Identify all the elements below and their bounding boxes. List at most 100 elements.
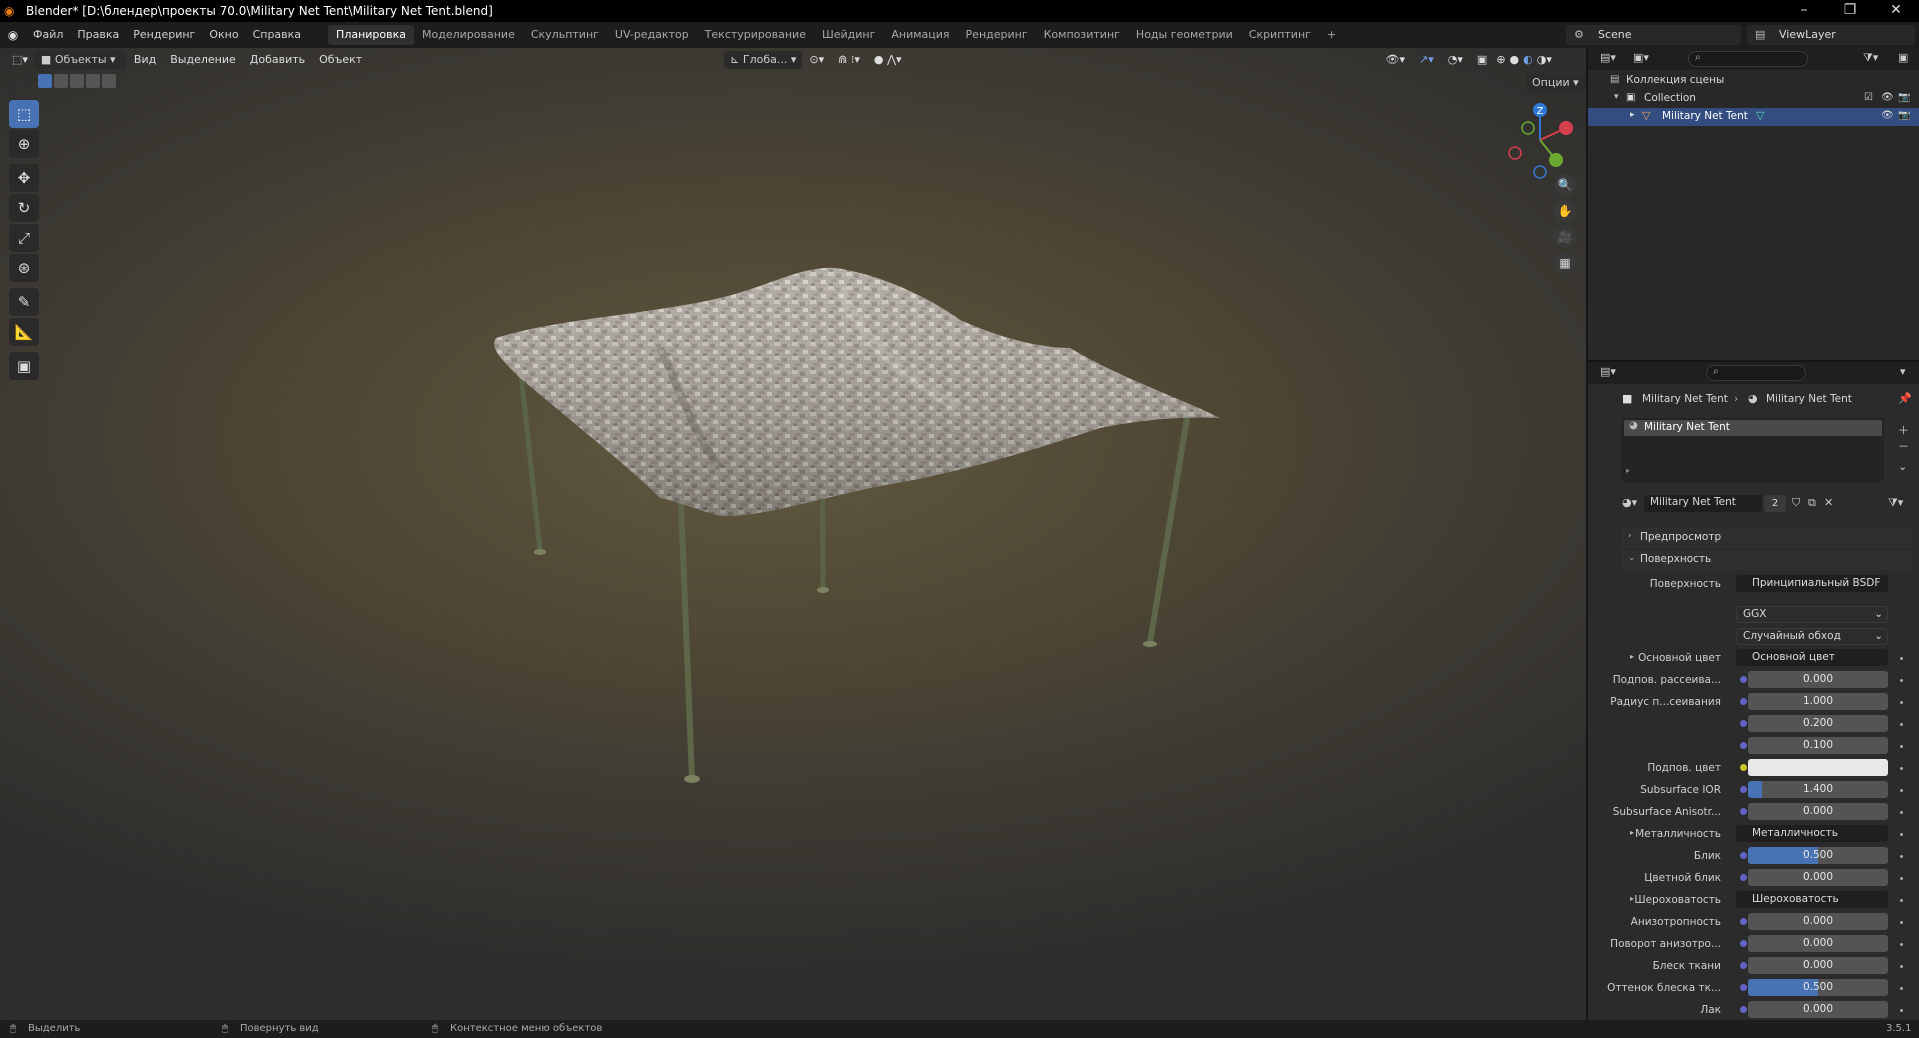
outliner-search-input[interactable]: ⌕	[1688, 51, 1808, 67]
menu-window[interactable]: Окно	[202, 22, 245, 48]
camera-icon[interactable]: 📷	[1898, 110, 1910, 121]
distribution-dropdown[interactable]: GGX ⌄	[1736, 606, 1888, 623]
link-mode-icon[interactable]: ⧩▾	[1888, 496, 1903, 510]
input-socket-icon[interactable]	[1740, 720, 1747, 727]
pan-hand-icon[interactable]: ✋	[1554, 200, 1576, 222]
linked-input-field[interactable]: Шероховатость	[1736, 891, 1888, 908]
numeric-field[interactable]: 0.000	[1748, 1001, 1888, 1018]
keyframe-dot-icon[interactable]	[1900, 1009, 1903, 1012]
keyframe-dot-icon[interactable]	[1900, 745, 1903, 748]
close-button[interactable]: ✕	[1873, 0, 1919, 22]
new-collection-icon[interactable]: ▣	[1898, 51, 1908, 64]
eye-icon[interactable]: 👁	[1881, 110, 1894, 121]
numeric-field[interactable]: 1.000	[1748, 693, 1888, 710]
keyframe-dot-icon[interactable]	[1900, 855, 1903, 858]
numeric-field[interactable]: 0.100	[1748, 737, 1888, 754]
linked-input-field[interactable]: Металличность	[1736, 825, 1888, 842]
fake-user-icon[interactable]: ⛉	[1792, 496, 1800, 510]
perspective-grid-icon[interactable]: ▦	[1554, 252, 1576, 274]
expand-arrow-icon[interactable]: ▸	[1630, 828, 1634, 837]
tab-scripting[interactable]: Скриптинг	[1241, 25, 1319, 45]
input-socket-icon[interactable]	[1740, 698, 1747, 705]
editor-type-icon[interactable]: ▤▾	[1600, 51, 1616, 64]
numeric-field[interactable]: 0.000	[1748, 671, 1888, 688]
menu-help[interactable]: Справка	[246, 22, 308, 48]
preview-section-header[interactable]: › Предпросмотр	[1622, 528, 1912, 548]
tab-compositing[interactable]: Композитинг	[1036, 25, 1128, 45]
input-socket-icon[interactable]	[1740, 786, 1747, 793]
input-socket-icon[interactable]	[1740, 808, 1747, 815]
pin-icon[interactable]: 📌	[1898, 392, 1912, 405]
minimize-button[interactable]: –	[1781, 0, 1827, 22]
material-browse-icon[interactable]: ◕▾	[1622, 496, 1637, 509]
keyframe-dot-icon[interactable]	[1900, 921, 1903, 924]
outliner-row-collection[interactable]: ▾ ▣ Collection ☑ 👁 📷	[1588, 90, 1919, 108]
material-name-field[interactable]: Military Net Tent	[1644, 495, 1762, 512]
numeric-field[interactable]: 0.000	[1748, 957, 1888, 974]
expand-arrow-icon[interactable]: ▸	[1630, 110, 1635, 120]
input-socket-icon[interactable]	[1740, 918, 1747, 925]
surface-section-header[interactable]: ⌄ Поверхность	[1622, 550, 1912, 570]
keyframe-dot-icon[interactable]	[1900, 657, 1903, 660]
input-socket-icon[interactable]	[1740, 962, 1747, 969]
display-mode-icon[interactable]: ▣▾	[1633, 51, 1649, 64]
input-socket-icon[interactable]	[1740, 1006, 1747, 1013]
input-socket-icon[interactable]	[1740, 984, 1747, 991]
eye-icon[interactable]: 👁	[1881, 92, 1894, 103]
tab-animation[interactable]: Анимация	[883, 25, 957, 45]
menu-file[interactable]: Файл	[26, 22, 70, 48]
keyframe-dot-icon[interactable]	[1900, 811, 1903, 814]
numeric-field[interactable]: 0.500	[1748, 979, 1888, 996]
keyframe-dot-icon[interactable]	[1900, 987, 1903, 990]
keyframe-dot-icon[interactable]	[1900, 965, 1903, 968]
checkbox-icon[interactable]: ☑	[1864, 92, 1873, 103]
duplicate-icon[interactable]: ⧉	[1808, 496, 1816, 510]
zoom-icon[interactable]: 🔍	[1554, 174, 1576, 196]
unlink-icon[interactable]: ✕	[1824, 496, 1833, 509]
numeric-field[interactable]: 0.000	[1748, 935, 1888, 952]
tent-model[interactable]	[0, 48, 1586, 1020]
outliner-row-scene-collection[interactable]: ▤ Коллекция сцены	[1588, 72, 1919, 90]
properties-search-input[interactable]: ⌕	[1706, 365, 1806, 381]
navigation-gizmo[interactable]: Z	[1500, 100, 1580, 180]
input-socket-icon[interactable]	[1740, 764, 1747, 771]
input-socket-icon[interactable]	[1740, 874, 1747, 881]
numeric-field[interactable]: 0.200	[1748, 715, 1888, 732]
user-count[interactable]: 2	[1764, 495, 1786, 512]
options-dropdown-icon[interactable]: ▾	[1900, 365, 1906, 378]
keyframe-dot-icon[interactable]	[1900, 877, 1903, 880]
input-socket-icon[interactable]	[1740, 940, 1747, 947]
tab-rendering[interactable]: Рендеринг	[958, 25, 1036, 45]
blender-menu-icon[interactable]: ◉	[0, 28, 26, 42]
numeric-field[interactable]: 0.000	[1748, 913, 1888, 930]
editor-type-icon[interactable]: ▤▾	[1600, 365, 1616, 378]
input-socket-icon[interactable]	[1740, 742, 1747, 749]
keyframe-dot-icon[interactable]	[1900, 899, 1903, 902]
material-slot-item[interactable]: ◕ Military Net Tent	[1624, 420, 1882, 436]
maximize-button[interactable]: ❐	[1827, 0, 1873, 22]
numeric-field[interactable]: 0.000	[1748, 803, 1888, 820]
numeric-field[interactable]: 0.500	[1748, 847, 1888, 864]
tab-uv-editing[interactable]: UV-редактор	[607, 25, 697, 45]
numeric-field[interactable]: 1.400	[1748, 781, 1888, 798]
view-layer-selector[interactable]: ▤ ViewLayer	[1747, 25, 1915, 45]
tab-layout[interactable]: Планировка	[328, 25, 415, 45]
slot-menu-icon[interactable]: ⌄	[1898, 460, 1907, 473]
add-workspace-button[interactable]: +	[1319, 25, 1344, 45]
camera-icon[interactable]: 📷	[1898, 92, 1910, 103]
subsurface-method-dropdown[interactable]: Случайный обход ⌄	[1736, 628, 1888, 645]
tab-geometry-nodes[interactable]: Ноды геометрии	[1128, 25, 1241, 45]
menu-render[interactable]: Рендеринг	[126, 22, 202, 48]
surface-shader-field[interactable]: Принципиальный BSDF	[1736, 575, 1888, 592]
tab-shading[interactable]: Шейдинг	[814, 25, 883, 45]
color-swatch[interactable]	[1748, 759, 1888, 776]
outliner-row-object[interactable]: ▸ ▽ Military Net Tent ▽ 👁 📷	[1588, 108, 1919, 126]
keyframe-dot-icon[interactable]	[1900, 789, 1903, 792]
keyframe-dot-icon[interactable]	[1900, 701, 1903, 704]
camera-view-icon[interactable]: 🎥	[1554, 226, 1576, 248]
input-socket-icon[interactable]	[1740, 676, 1747, 683]
expand-arrow-icon[interactable]: ▾	[1614, 92, 1619, 102]
expand-arrow-icon[interactable]: ▸	[1630, 652, 1634, 661]
filter-icon[interactable]: ⧩▾	[1863, 51, 1878, 65]
tab-sculpting[interactable]: Скульптинг	[523, 25, 607, 45]
